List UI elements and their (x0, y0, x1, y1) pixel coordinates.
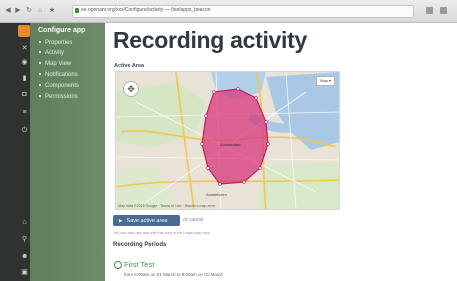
app-logo-icon[interactable] (18, 25, 30, 37)
period-title-link[interactable]: First Test (124, 260, 154, 269)
sidebar-item-notifications[interactable]: Notifications (39, 72, 78, 78)
forward-icon[interactable]: ▶ (14, 7, 22, 15)
sidebar-item-components[interactable]: Components (39, 83, 79, 89)
map-city-label: Amsterdam (220, 142, 241, 147)
address-bar[interactable]: ee.openanr.org/xxx/Configure/activity — … (72, 5, 414, 18)
cancel-link[interactable]: or cancel (183, 217, 203, 223)
lock-icon (75, 8, 79, 13)
bullet-icon (39, 73, 41, 76)
users-icon[interactable]: ☻ (21, 253, 28, 260)
save-active-area-button[interactable]: ▶ Save active area (113, 215, 180, 226)
home-icon[interactable]: ⌂ (36, 7, 44, 15)
lock-nav-icon[interactable]: ▣ (21, 269, 28, 276)
page-title: Recording activity (113, 27, 307, 53)
active-area-label: Active Area (114, 63, 145, 69)
recording-periods-heading: Recording Periods (113, 242, 167, 248)
browser-toolbar: ◀ ▶ ↻ ⌂ ★ ee.openanr.org/xxx/Configure/a… (0, 0, 457, 23)
url-text: ee.openanr.org/xxx/Configure/activity — … (81, 7, 211, 13)
bullet-icon (39, 84, 41, 87)
power-icon[interactable]: ⏻ (21, 127, 28, 134)
map-zoom-control[interactable]: ✥ (123, 81, 139, 97)
clock-icon (114, 261, 122, 269)
search-icon[interactable]: ⚲ (21, 236, 28, 243)
bookmark-icon[interactable]: ★ (48, 7, 56, 15)
home-nav-icon[interactable]: ⌂ (21, 219, 28, 226)
bullet-icon (39, 95, 41, 98)
sidebar-title: Configure app (38, 27, 86, 34)
sidebar-item-properties[interactable]: Properties (39, 40, 72, 46)
back-icon[interactable]: ◀ (4, 7, 12, 15)
tools-icon[interactable]: ✕ (21, 45, 28, 52)
list-icon[interactable]: ≡ (21, 109, 28, 116)
map-view[interactable]: Amsterdam Amstelveen ✥ Map ▾ Map data ©2… (115, 71, 340, 210)
sidebar-item-activity[interactable]: Activity (39, 50, 64, 56)
app-rail: ✕ ◉ ▮ ◘ ≡ ⏻ ⌂ ⚲ ☻ ▣ (0, 23, 30, 281)
map-type-toggle[interactable]: Map ▾ (316, 76, 335, 86)
reload-icon[interactable]: ↻ (25, 7, 33, 15)
map-attribution: Map data ©2015 Google · Terms of Use · R… (118, 204, 216, 208)
sidebar-item-map-view[interactable]: Map View (39, 61, 71, 67)
hint-text: You can also use and edit this area in t… (113, 231, 211, 235)
menu-icon[interactable] (440, 7, 447, 14)
extension-icon[interactable] (426, 7, 433, 14)
map-graphic: Amsterdam Amstelveen (116, 72, 339, 209)
bullet-icon (39, 41, 41, 44)
sidebar: Configure app Properties Activity Map Vi… (30, 23, 105, 281)
sidebar-item-permissions[interactable]: Permissions (39, 94, 78, 100)
map-pin-icon[interactable]: ◉ (21, 59, 28, 66)
bullet-icon (39, 62, 41, 65)
bullet-icon (39, 51, 41, 54)
period-time-range: from 6:00am on 01 March to 9:00am on 01 … (124, 272, 224, 277)
main-content: Recording activity Active Area Amsterdam… (105, 23, 457, 281)
play-icon: ▶ (119, 218, 123, 223)
chart-icon[interactable]: ▮ (21, 75, 28, 82)
camera-icon[interactable]: ◘ (21, 91, 28, 98)
map-city-label: Amstelveen (206, 192, 227, 197)
